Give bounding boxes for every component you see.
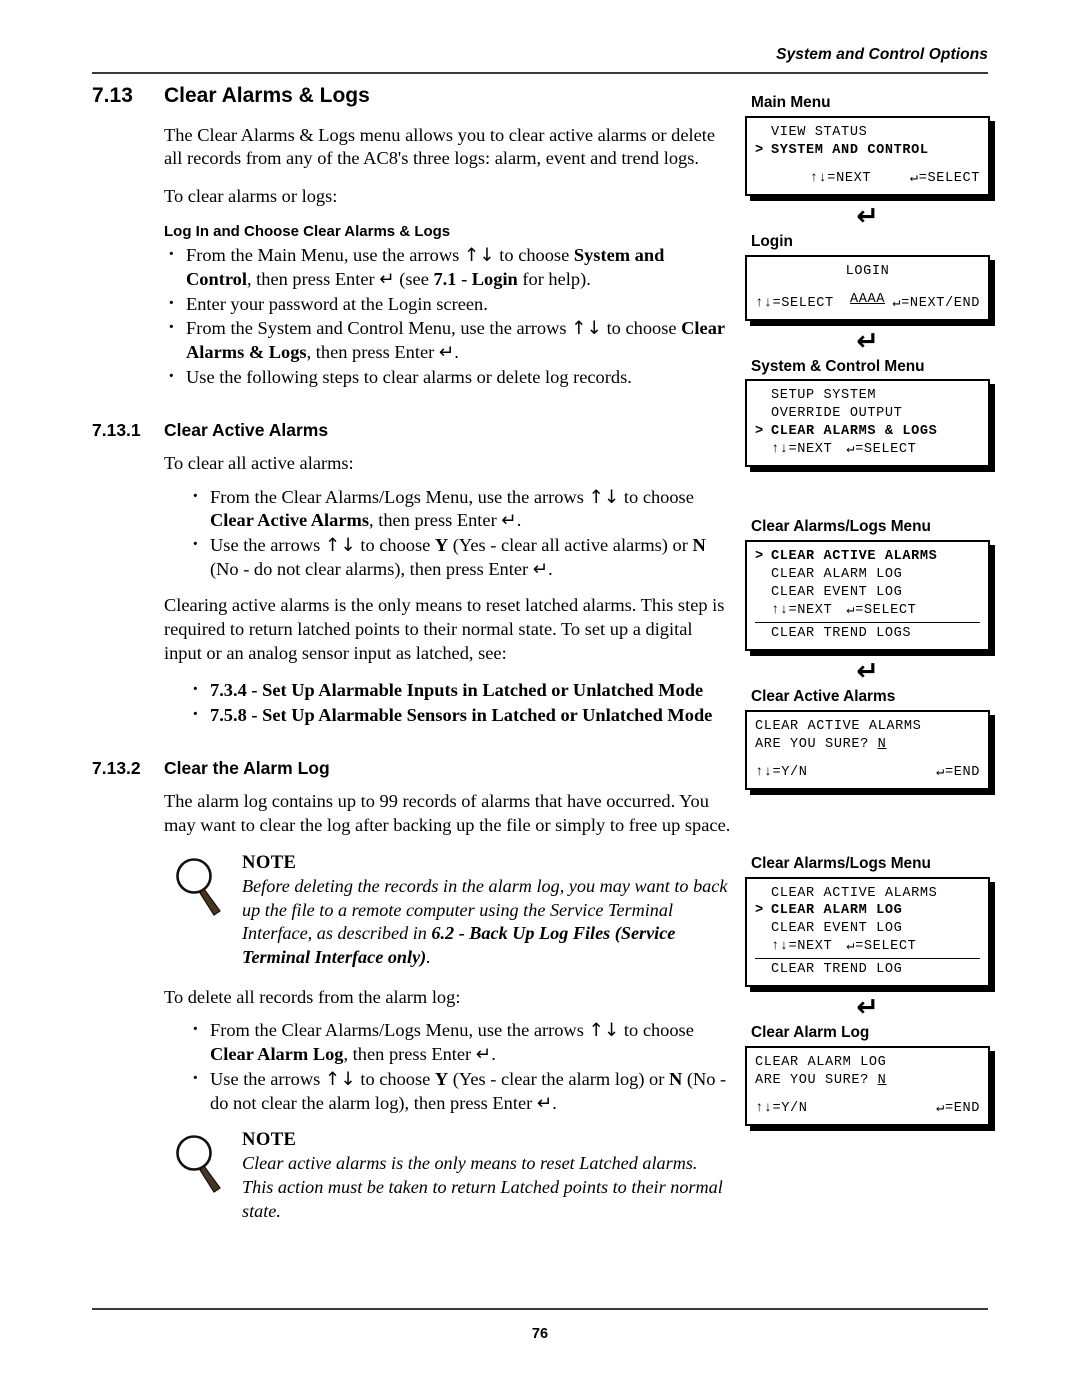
note-block-backup: NOTE Before deleting the records in the … (92, 852, 732, 970)
section-7-13-lead: To clear alarms or logs: (164, 186, 338, 207)
lcd-line: VIEW STATUS (771, 124, 868, 140)
section-7-13-2-paragraph: The alarm log contains up to 99 records … (164, 791, 731, 835)
lcd-panel-login: LOGIN AAAA ↑↓=SELECT ↵=NEXT/END (745, 254, 990, 321)
lcd-blank-line (755, 1090, 980, 1100)
lcd-line-hints: ↑↓=NEXT ↵=SELECT (771, 602, 917, 618)
lcd-line-selected: > CLEAR ACTIVE ALARMS (755, 549, 938, 565)
page-number: 76 (531, 1326, 549, 1342)
lcd-divider (755, 958, 980, 960)
lcd-label-main-menu: Main Menu (751, 94, 831, 111)
lcd-panel-clear-alarms-logs-menu-2: CLEAR ACTIVE ALARMS > CLEAR ALARM LOG CLE… (745, 876, 990, 988)
list-item: 7.3.4 - Set Up Alarmable Inputs in Latch… (188, 677, 732, 703)
lcd-line-title: LOGIN (845, 263, 890, 279)
note-text: Clear active alarms is the only means to… (242, 1153, 723, 1221)
section-7-13-2-lead: To delete all records from the alarm log… (164, 986, 461, 1007)
lcd-label-clear-alarm-log: Clear Alarm Log (751, 1024, 870, 1042)
lcd-panel-clear-alarms-logs-menu-1: > CLEAR ACTIVE ALARMS CLEAR ALARM LOG CLE… (745, 540, 990, 651)
layout-spacer (745, 469, 990, 519)
section-7-13-intro: The Clear Alarms & Logs menu allows you … (164, 124, 716, 169)
lcd-label-clear-alarms-logs-menu-2: Clear Alarms/Logs Menu (751, 854, 931, 872)
lcd-line: CLEAR TREND LOGS (771, 625, 912, 641)
lcd-label-clear-active-alarms: Clear Active Alarms (751, 687, 896, 705)
lcd-panel-clear-alarm-log: CLEAR ALARM LOG ARE YOU SURE? N ↑↓=Y/N ↵=… (745, 1046, 990, 1126)
lcd-line-hints: ↑↓=NEXT ↵=SELECT (809, 170, 980, 186)
section-number: 7.13.1 (92, 419, 141, 440)
section-title: Clear Active Alarms (164, 419, 329, 440)
section-title: Clear the Alarm Log (164, 757, 330, 778)
section-7-13-1-reference-list: 7.3.4 - Set Up Alarmable Inputs in Latch… (92, 677, 732, 728)
list-item: From the Clear Alarms/Logs Menu, use the… (188, 484, 732, 533)
reference-7-3-4: 7.3.4 - Set Up Alarmable Inputs in Latch… (210, 680, 704, 701)
note-title: NOTE (242, 1129, 297, 1151)
list-item: Use the following steps to clear alarms … (164, 364, 732, 390)
reference-7-5-8: 7.5.8 - Set Up Alarmable Sensors in Latc… (210, 705, 713, 726)
lcd-panel-main-menu: VIEW STATUS > SYSTEM AND CONTROL ↑↓=NEXT ↵… (745, 115, 990, 196)
lcd-line-confirm: ARE YOU SURE? N (755, 736, 887, 752)
section-7-13-bullet-list: From the Main Menu, use the arrows ↑↓ to… (92, 242, 732, 390)
lcd-line: OVERRIDE OUTPUT (771, 406, 903, 422)
lcd-line: CLEAR TREND LOG (771, 962, 903, 978)
section-heading-7-13-2: 7.13.2 Clear the Alarm Log (92, 758, 732, 778)
lcd-panel-clear-active-alarms: CLEAR ACTIVE ALARMS ARE YOU SURE? N ↑↓=Y… (745, 709, 990, 790)
lcd-line-selected: > CLEAR ALARM LOG (755, 903, 903, 919)
lcd-blank-line (755, 754, 980, 764)
list-item: From the Main Menu, use the arrows ↑↓ to… (164, 242, 732, 291)
lcd-line: CLEAR EVENT LOG (771, 585, 903, 600)
section-title: Clear Alarms & Logs (164, 84, 370, 107)
lcd-line: SETUP SYSTEM (771, 388, 877, 404)
enter-arrow-icon: ↵ (856, 992, 879, 1024)
layout-spacer (745, 792, 990, 856)
section-heading-7-13: 7.13 Clear Alarms & Logs (92, 84, 732, 108)
list-item: 7.5.8 - Set Up Alarmable Sensors in Latc… (188, 702, 732, 728)
lcd-blank-line (755, 160, 980, 170)
running-head: System and Control Options (776, 46, 988, 63)
footer-rule (92, 1307, 988, 1310)
lcd-screen-flow-column: Main Menu VIEW STATUS > SYSTEM AND CONTRO… (745, 94, 990, 1128)
section-number: 7.13.2 (92, 757, 141, 778)
lcd-label-clear-alarms-logs-menu-1: Clear Alarms/Logs Menu (751, 518, 931, 536)
enter-arrow-icon: ↵ (856, 325, 879, 357)
lcd-line-hints: ↑↓=Y/N ↵=END (755, 764, 980, 780)
magnifier-icon (176, 858, 221, 916)
lcd-line: CLEAR ACTIVE ALARMS (771, 885, 938, 901)
lcd-panel-system-control-menu: SETUP SYSTEM OVERRIDE OUTPUT > CLEAR ALAR… (745, 379, 990, 468)
lcd-line: CLEAR EVENT LOG (771, 921, 903, 937)
list-item: Use the arrows ↑↓ to choose Y (Yes - cle… (188, 1066, 732, 1115)
magnifier-icon (176, 1135, 221, 1194)
lcd-divider (755, 621, 980, 623)
lcd-line-selected: > SYSTEM AND CONTROL (755, 142, 929, 158)
lcd-line: CLEAR ALARM LOG (771, 567, 903, 583)
section-number: 7.13 (92, 84, 133, 107)
lcd-line: CLEAR ACTIVE ALARMS (755, 718, 922, 734)
lcd-line-hints: ↑↓=NEXT ↵=SELECT (771, 939, 917, 955)
section-7-13-2-bullet-list: From the Clear Alarms/Logs Menu, use the… (92, 1017, 732, 1115)
lcd-line-hints: ↑↓=NEXT ↵=SELECT (771, 442, 917, 458)
header-rule (92, 72, 988, 75)
lcd-label-login: Login (751, 232, 793, 250)
enter-arrow-icon: ↵ (856, 655, 879, 687)
lcd-line-confirm: ARE YOU SURE? N (755, 1073, 887, 1089)
subheading-log-in-choose: Log In and Choose Clear Alarms & Logs (164, 223, 451, 241)
note-block-latched: NOTE Clear active alarms is the only mea… (92, 1129, 732, 1223)
section-7-13-1-paragraph: Clearing active alarms is the only means… (164, 594, 725, 663)
lcd-line-selected: > CLEAR ALARMS & LOGS (755, 424, 938, 440)
section-heading-7-13-1: 7.13.1 Clear Active Alarms (92, 420, 732, 440)
section-7-13-1-bullet-list: From the Clear Alarms/Logs Menu, use the… (92, 484, 732, 582)
lcd-line-hints: ↑↓=Y/N ↵=END (755, 1101, 980, 1116)
enter-arrow-icon: ↵ (856, 200, 879, 232)
section-7-13-1-lead: To clear all active alarms: (164, 452, 354, 473)
note-text: Before deleting the records in the alarm… (242, 875, 728, 967)
list-item: From the System and Control Menu, use th… (164, 315, 732, 364)
lcd-line: CLEAR ALARM LOG (755, 1055, 887, 1071)
note-title: NOTE (242, 851, 297, 873)
lcd-blank-line (755, 281, 980, 291)
list-item: Enter your password at the Login screen. (164, 291, 732, 317)
list-item: From the Clear Alarms/Logs Menu, use the… (188, 1017, 732, 1066)
lcd-label-system-control-menu: System & Control Menu (751, 357, 925, 375)
main-content-column: 7.13 Clear Alarms & Logs The Clear Alarm… (92, 84, 732, 1239)
list-item: Use the arrows ↑↓ to choose Y (Yes - cle… (188, 532, 732, 581)
